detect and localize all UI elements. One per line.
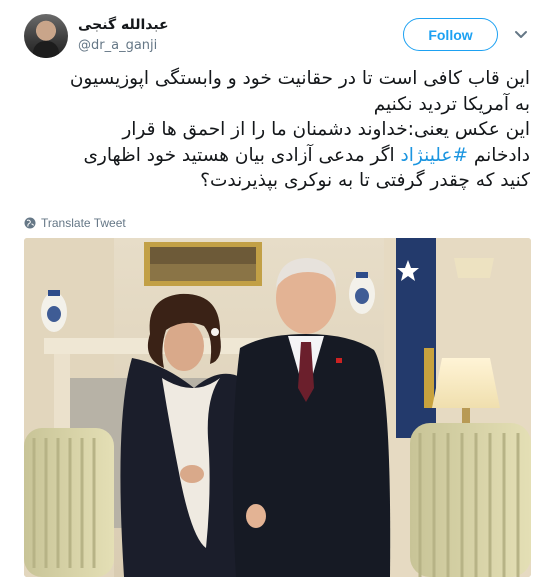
- tweet-text: این قاب کافی است تا در حقانیت خود و وابس…: [24, 66, 530, 194]
- hashtag-link[interactable]: #علینژاد: [401, 145, 468, 166]
- tweet-text-fragment: دادخانم: [467, 144, 530, 166]
- tweet-text-line: این قاب کافی است تا در حقانیت خود و وابس…: [69, 68, 530, 89]
- avatar[interactable]: [24, 14, 68, 58]
- tweet-text-line: این عکس یعنی:خداوند دشمنان ما را از احمق…: [122, 119, 530, 140]
- follow-button[interactable]: Follow: [403, 18, 498, 51]
- tweet-text-line: دادخانم #علینژاد اگر مدعی آزادی بیان هست…: [24, 143, 530, 169]
- translate-tweet-link[interactable]: Translate Tweet: [24, 216, 126, 230]
- tweet-text-line: به آمریکا تردید نکنیم: [373, 93, 530, 115]
- translate-tweet-label: Translate Tweet: [41, 216, 126, 230]
- globe-icon: [24, 217, 36, 229]
- author-handle[interactable]: @dr_a_ganji: [78, 38, 157, 53]
- author-display-name[interactable]: عبدالله گنجی: [78, 17, 169, 33]
- tweet-photo[interactable]: [24, 238, 531, 577]
- tweet-text-fragment: اگر مدعی آزادی بیان هستید خود اظهاری: [83, 144, 401, 166]
- chevron-down-icon[interactable]: [514, 30, 528, 40]
- tweet-text-line: کنید که چقدر گرفتی تا به نوکری بپذیرندت؟: [200, 170, 530, 191]
- tweet-card: عبدالله گنجی @dr_a_ganji Follow این قاب …: [0, 0, 555, 583]
